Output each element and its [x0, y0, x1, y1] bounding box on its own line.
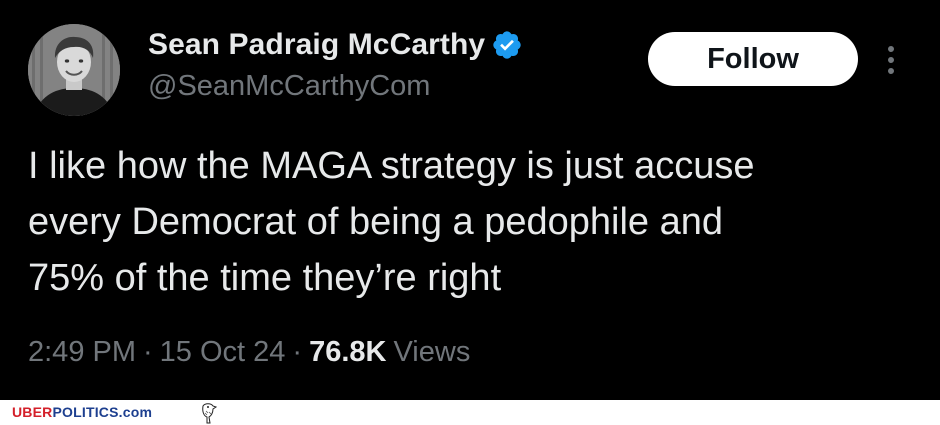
- views-count: 76.8K: [309, 336, 387, 368]
- tweet-card: Sean Padraig McCarthy @SeanMcCarthyCom F…: [0, 0, 940, 400]
- verified-badge-icon[interactable]: [491, 29, 523, 61]
- tweet-text: I like how the MAGA strategy is just acc…: [28, 138, 908, 306]
- views-label: Views: [393, 336, 471, 368]
- author-display-name[interactable]: Sean Padraig McCarthy: [148, 28, 485, 62]
- avatar-image: [28, 24, 120, 116]
- author-handle[interactable]: @SeanMcCarthyCom: [148, 70, 430, 103]
- watermark-logo: UBERPOLITICS.com: [12, 404, 152, 420]
- eagle-icon: [197, 401, 221, 425]
- follow-button[interactable]: Follow: [648, 32, 858, 86]
- tweet-date[interactable]: 15 Oct 24: [160, 336, 286, 369]
- tweet-text-line: 75% of the time they’re right: [28, 257, 502, 299]
- watermark-bar: UBERPOLITICS.com: [0, 400, 940, 425]
- tweet-text-line: I like how the MAGA strategy is just acc…: [28, 145, 755, 187]
- tweet-meta: 2:49 PM · 15 Oct 24 · 76.8K Views: [28, 336, 470, 369]
- tweet-text-line: every Democrat of being a pedophile and: [28, 201, 724, 243]
- meta-separator: ·: [292, 336, 303, 368]
- watermark-part2: POLITICS.com: [52, 404, 153, 420]
- author-name-row: Sean Padraig McCarthy: [148, 27, 523, 63]
- meta-separator: ·: [143, 336, 153, 368]
- more-vertical-icon[interactable]: [884, 43, 898, 77]
- watermark-part1: UBER: [12, 404, 53, 420]
- tweet-time[interactable]: 2:49 PM: [28, 336, 136, 369]
- avatar[interactable]: [28, 24, 120, 116]
